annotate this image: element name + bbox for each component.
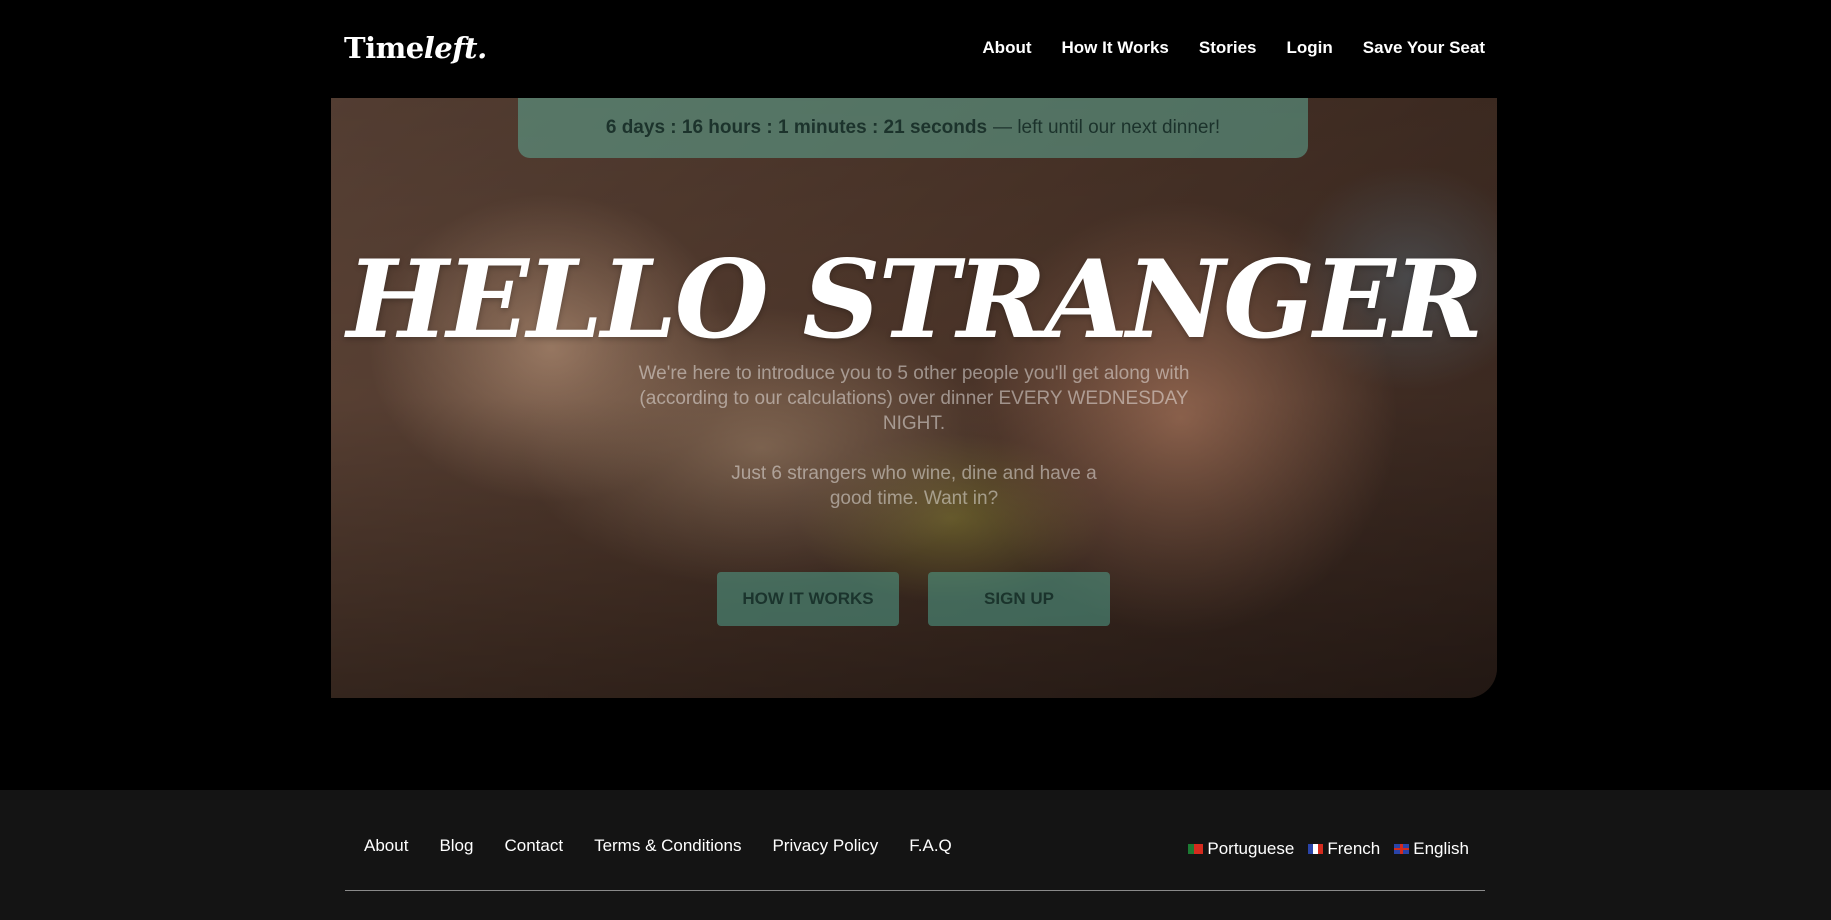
logo-text-time: Time	[344, 31, 424, 65]
footer-privacy-link[interactable]: Privacy Policy	[772, 834, 878, 858]
footer: About Blog Contact Terms & Conditions Pr…	[0, 790, 1831, 920]
hero-intro-text: We're here to introduce you to 5 other p…	[638, 363, 1190, 434]
nav-login-link[interactable]: Login	[1287, 36, 1333, 60]
lang-label: French	[1327, 839, 1381, 858]
footer-contact-link[interactable]: Contact	[504, 834, 563, 858]
logo[interactable]: Timeleft.	[344, 28, 487, 68]
main-nav: About How It Works Stories Login Save Yo…	[982, 36, 1485, 60]
nav-stories-link[interactable]: Stories	[1199, 36, 1257, 60]
sign-up-button[interactable]: SIGN UP	[928, 572, 1110, 626]
nav-save-seat-link[interactable]: Save Your Seat	[1363, 36, 1485, 60]
lang-portuguese[interactable]: Portuguese	[1188, 837, 1294, 861]
nav-about-link[interactable]: About	[982, 36, 1031, 60]
hero-headline: HELLO STRANGER	[346, 237, 1484, 363]
nav-how-it-works-link[interactable]: How It Works	[1062, 36, 1169, 60]
footer-links: About Blog Contact Terms & Conditions Pr…	[364, 834, 952, 858]
footer-terms-link[interactable]: Terms & Conditions	[594, 834, 741, 858]
how-it-works-button[interactable]: HOW IT WORKS	[717, 572, 899, 626]
lang-french[interactable]: French	[1308, 837, 1380, 861]
footer-blog-link[interactable]: Blog	[439, 834, 473, 858]
pt-flag-icon	[1188, 844, 1204, 854]
countdown-suffix: — left until our next dinner!	[993, 117, 1221, 138]
countdown-time: 6 days : 16 hours : 1 minutes : 21 secon…	[605, 117, 988, 138]
lang-label: English	[1413, 839, 1469, 858]
footer-divider	[345, 890, 1485, 891]
footer-about-link[interactable]: About	[364, 834, 408, 858]
footer-faq-link[interactable]: F.A.Q	[909, 834, 952, 858]
language-selector: Portuguese French English	[1188, 837, 1469, 861]
gb-flag-icon	[1394, 844, 1410, 854]
hero-section: 6 days : 16 hours : 1 minutes : 21 secon…	[331, 98, 1497, 698]
lang-english[interactable]: English	[1394, 837, 1469, 861]
countdown-banner: 6 days : 16 hours : 1 minutes : 21 secon…	[518, 98, 1308, 158]
lang-label: Portuguese	[1207, 839, 1295, 858]
fr-flag-icon	[1308, 844, 1324, 854]
hero-intro-text-2: Just 6 strangers who wine, dine and have…	[731, 463, 1097, 509]
logo-text-left: left.	[423, 31, 487, 65]
